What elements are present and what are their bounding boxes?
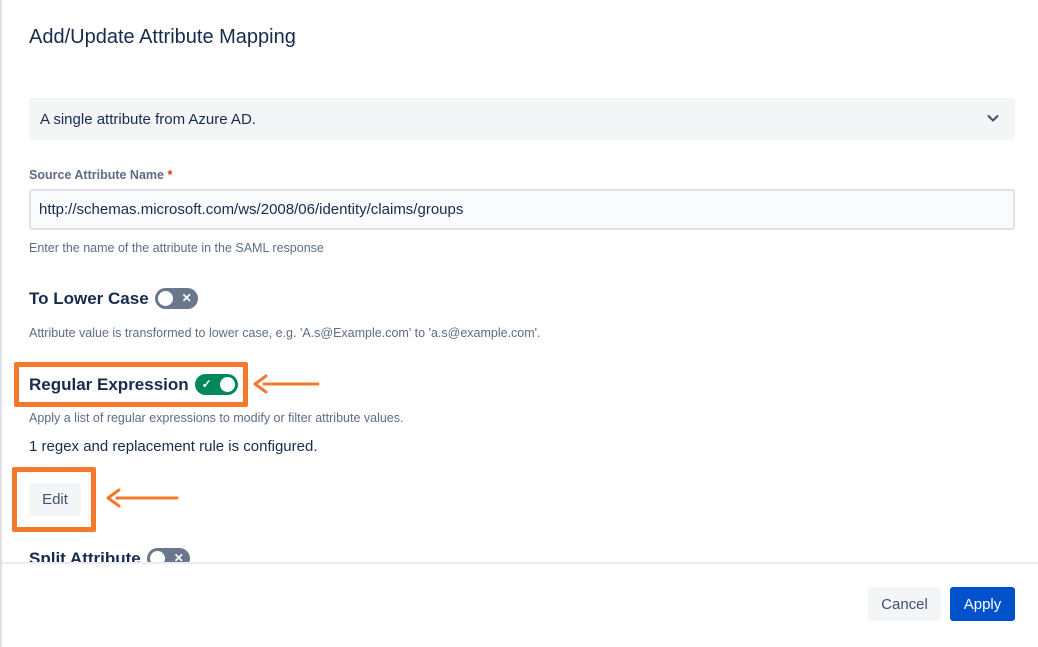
source-attribute-input[interactable]	[29, 189, 1015, 230]
toggle-knob	[157, 291, 173, 306]
to-lower-case-label: To Lower Case	[29, 288, 149, 308]
close-icon: ✕	[173, 551, 184, 562]
required-mark: *	[167, 168, 173, 182]
attribute-mapping-dialog: Add/Update Attribute Mapping A single at…	[0, 0, 1038, 647]
regular-expression-highlight	[14, 362, 248, 407]
regular-expression-help: Apply a list of regular expressions to m…	[29, 411, 404, 425]
to-lower-case-help: Attribute value is transformed to lower …	[29, 326, 541, 340]
split-attribute-toggle[interactable]: ✕	[146, 548, 190, 562]
chevron-down-icon	[987, 115, 999, 122]
arrow-left-icon	[106, 488, 179, 508]
arrow-left-icon	[253, 374, 320, 394]
dialog-title: Add/Update Attribute Mapping	[29, 26, 296, 48]
source-type-value: A single attribute from Azure AD.	[40, 110, 256, 128]
cancel-button[interactable]: Cancel	[868, 587, 941, 621]
source-attribute-help: Enter the name of the attribute in the S…	[29, 241, 324, 255]
dialog-body[interactable]: Add/Update Attribute Mapping A single at…	[2, 0, 1038, 562]
source-attribute-label: Source Attribute Name *	[29, 168, 172, 182]
source-attribute-label-text: Source Attribute Name	[29, 168, 164, 182]
source-type-select[interactable]: A single attribute from Azure AD.	[29, 98, 1015, 140]
split-attribute-label: Split Attribute	[29, 548, 141, 563]
to-lower-case-row: To Lower Case ✕	[29, 288, 198, 309]
toggle-knob	[149, 551, 165, 562]
regex-status-text: 1 regex and replacement rule is configur…	[29, 438, 318, 455]
to-lower-case-toggle[interactable]: ✕	[154, 288, 198, 309]
split-attribute-row: Split Attribute ✕	[29, 548, 190, 562]
apply-button[interactable]: Apply	[950, 587, 1015, 621]
edit-button-highlight	[12, 467, 96, 532]
close-icon: ✕	[181, 291, 192, 305]
